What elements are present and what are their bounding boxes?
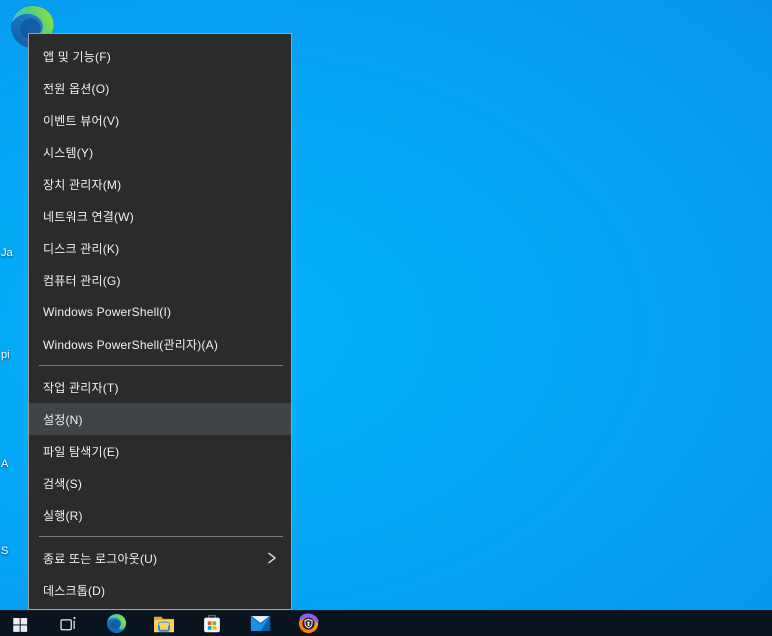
microsoft-store-taskbar-button[interactable] [192,611,232,636]
menu-item-label: 작업 관리자(T) [43,379,119,396]
desktop-icon-label-fragment: A [1,458,8,470]
menu-item-label: 설정(N) [43,411,83,428]
desktop-icon-label-fragment: Ja [1,247,13,259]
menu-item-label: 종료 또는 로그아웃(U) [43,550,157,567]
menu-item-disk-management[interactable]: 디스크 관리(K) [29,232,291,264]
menu-item-label: Windows PowerShell(I) [43,305,171,319]
menu-item-apps-and-features[interactable]: 앱 및 기능(F) [29,40,291,72]
menu-item-search[interactable]: 검색(S) [29,467,291,499]
menu-item-label: 이벤트 뷰어(V) [43,112,119,129]
mail-icon [250,615,271,632]
winx-menu: 앱 및 기능(F) 전원 옵션(O) 이벤트 뷰어(V) 시스템(Y) 장치 관리자(M… [28,33,292,610]
task-view-icon [58,615,78,633]
menu-item-system[interactable]: 시스템(Y) [29,136,291,168]
menu-item-event-viewer[interactable]: 이벤트 뷰어(V) [29,104,291,136]
avast-browser-taskbar-button[interactable] [288,611,328,636]
menu-item-file-explorer[interactable]: 파일 탐색기(E) [29,435,291,467]
mail-taskbar-button[interactable] [240,611,280,636]
menu-item-label: 파일 탐색기(E) [43,443,119,460]
desktop-icon-label-fragment: pi [1,349,10,361]
menu-item-label: 네트워크 연결(W) [43,208,134,225]
microsoft-store-icon [202,613,222,634]
menu-item-label: 컴퓨터 관리(G) [43,272,121,289]
menu-item-label: Windows PowerShell(관리자)(A) [43,336,218,353]
edge-icon [106,613,127,634]
menu-item-shutdown-or-signout[interactable]: 종료 또는 로그아웃(U) [29,542,291,574]
menu-item-network-connections[interactable]: 네트워크 연결(W) [29,200,291,232]
start-icon [11,615,29,633]
menu-item-label: 시스템(Y) [43,144,93,161]
menu-separator [39,536,283,537]
desktop-icon-label-fragment: S [1,545,8,557]
menu-item-label: 검색(S) [43,475,82,492]
menu-item-desktop[interactable]: 데스크톱(D) [29,574,291,606]
chevron-right-icon [266,551,277,565]
taskbar [0,610,772,636]
task-view-button[interactable] [48,611,88,636]
menu-item-label: 실행(R) [43,507,83,524]
start-button[interactable] [0,611,40,636]
edge-taskbar-button[interactable] [96,611,136,636]
file-explorer-taskbar-button[interactable] [144,611,184,636]
menu-item-power-options[interactable]: 전원 옵션(O) [29,72,291,104]
menu-item-computer-management[interactable]: 컴퓨터 관리(G) [29,264,291,296]
menu-item-task-manager[interactable]: 작업 관리자(T) [29,371,291,403]
menu-item-label: 디스크 관리(K) [43,240,119,257]
menu-item-device-manager[interactable]: 장치 관리자(M) [29,168,291,200]
menu-item-label: 전원 옵션(O) [43,80,109,97]
menu-item-label: 앱 및 기능(F) [43,48,111,65]
menu-item-label: 장치 관리자(M) [43,176,121,193]
menu-item-label: 데스크톱(D) [43,582,105,599]
file-explorer-icon [153,614,175,633]
menu-item-windows-powershell-admin[interactable]: Windows PowerShell(관리자)(A) [29,328,291,360]
menu-item-settings[interactable]: 설정(N) [29,403,291,435]
avast-secure-browser-icon [298,613,319,634]
menu-item-run[interactable]: 실행(R) [29,499,291,531]
menu-item-windows-powershell[interactable]: Windows PowerShell(I) [29,296,291,328]
menu-separator [39,365,283,366]
